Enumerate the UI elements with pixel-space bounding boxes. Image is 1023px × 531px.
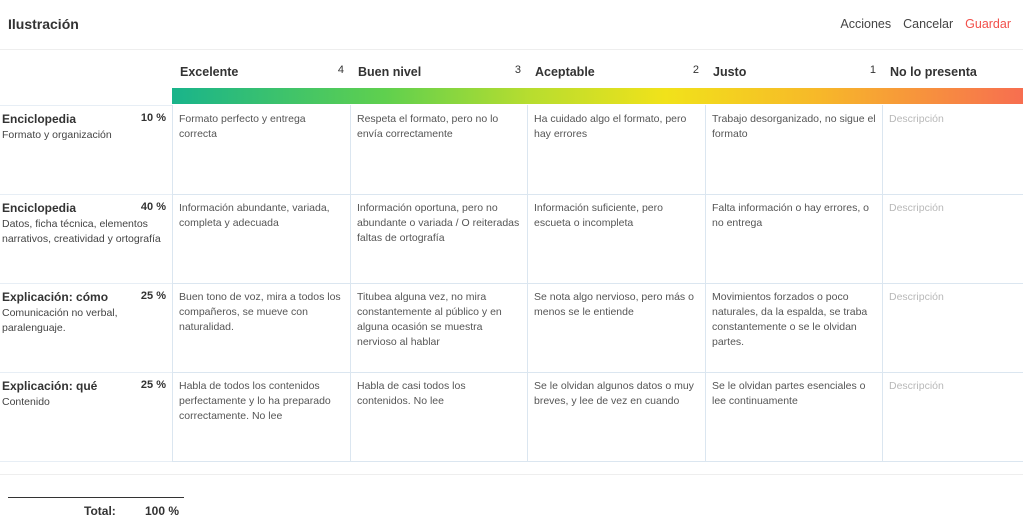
- rubric-cell[interactable]: Se nota algo nervioso, pero más o menos …: [527, 283, 705, 373]
- level-name: Aceptable: [535, 65, 595, 79]
- criterion-title: Explicación: qué: [2, 379, 98, 393]
- total-label: Total:: [84, 504, 116, 518]
- rubric-cell[interactable]: Habla de todos los contenidos perfectame…: [172, 372, 350, 462]
- rubric-cell[interactable]: Se le olvidan algunos datos o muy breves…: [527, 372, 705, 462]
- criterion-label[interactable]: Enciclopedia 10 % Formato y organización: [0, 105, 172, 195]
- criterion-subtitle: Comunicación no verbal, paralenguaje.: [2, 307, 118, 334]
- rubric-cell[interactable]: Respeta el formato, pero no lo envía cor…: [350, 105, 527, 195]
- criterion-label[interactable]: Enciclopedia 40 % Datos, ficha técnica, …: [0, 194, 172, 284]
- level-name: Justo: [713, 65, 747, 79]
- rubric-cell[interactable]: Ha cuidado algo el formato, pero hay err…: [527, 105, 705, 195]
- top-bar: Ilustración Acciones Cancelar Guardar: [0, 0, 1023, 50]
- criterion-label[interactable]: Explicación: cómo 25 % Comunicación no v…: [0, 283, 172, 373]
- rubric-cell-description[interactable]: Descripción: [882, 372, 1023, 462]
- rubric-cell-description[interactable]: Descripción: [882, 194, 1023, 284]
- level-score: 2: [692, 64, 699, 76]
- rubric-cell[interactable]: Formato perfecto y entrega correcta: [172, 105, 350, 195]
- level-header[interactable]: Excelente 4: [172, 51, 350, 89]
- rubric-cell[interactable]: Movimientos forzados o poco naturales, d…: [705, 283, 882, 373]
- level-name: Buen nivel: [358, 65, 422, 79]
- level-name: Excelente: [180, 65, 239, 79]
- criterion-weight: 10 %: [140, 112, 166, 124]
- rubric-cell[interactable]: Buen tono de voz, mira a todos los compa…: [172, 283, 350, 373]
- criterion-weight: 25 %: [140, 379, 166, 391]
- divider: [0, 474, 1023, 475]
- rubric-cell[interactable]: Información suficiente, pero escueta o i…: [527, 194, 705, 284]
- rubric-cell[interactable]: Información oportuna, pero no abundante …: [350, 194, 527, 284]
- criterion-title: Enciclopedia: [2, 112, 77, 126]
- criterion-subtitle: Datos, ficha técnica, elementos narrativ…: [2, 218, 161, 245]
- rubric-cell[interactable]: Información abundante, variada, completa…: [172, 194, 350, 284]
- top-actions: Acciones Cancelar Guardar: [840, 17, 1011, 31]
- criterion-subtitle: Contenido: [2, 396, 50, 408]
- criterion-weight: 40 %: [140, 201, 166, 213]
- actions-button[interactable]: Acciones: [840, 17, 891, 31]
- level-header[interactable]: Aceptable 2: [527, 51, 705, 89]
- level-header[interactable]: No lo presenta: [882, 51, 1023, 89]
- criterion-label[interactable]: Explicación: qué 25 % Contenido: [0, 372, 172, 462]
- levels-header: Excelente 4 Buen nivel 3 Aceptable 2 Jus…: [172, 51, 1023, 89]
- rubric-cell[interactable]: Titubea alguna vez, no mira constantemen…: [350, 283, 527, 373]
- criterion-subtitle: Formato y organización: [2, 129, 112, 141]
- rubric-cell[interactable]: Trabajo desorganizado, no sigue el forma…: [705, 105, 882, 195]
- rubric-cell-description[interactable]: Descripción: [882, 105, 1023, 195]
- cancel-button[interactable]: Cancelar: [903, 17, 953, 31]
- total-value: 100 %: [145, 504, 180, 518]
- criterion-row: Enciclopedia 40 % Datos, ficha técnica, …: [0, 194, 1023, 284]
- score-gradient-bar: [172, 88, 1023, 104]
- criterion-row: Enciclopedia 10 % Formato y organización…: [0, 105, 1023, 195]
- level-score: 1: [869, 64, 876, 76]
- total-divider: [8, 497, 184, 498]
- page-title: Ilustración: [8, 16, 79, 32]
- criterion-weight: 25 %: [140, 290, 166, 302]
- criterion-row: Explicación: cómo 25 % Comunicación no v…: [0, 283, 1023, 373]
- level-header[interactable]: Justo 1: [705, 51, 882, 89]
- rubric-cell-description[interactable]: Descripción: [882, 283, 1023, 373]
- rubric-cell[interactable]: Habla de casi todos los contenidos. No l…: [350, 372, 527, 462]
- rubric-cell[interactable]: Se le olvidan partes esenciales o lee co…: [705, 372, 882, 462]
- level-header[interactable]: Buen nivel 3: [350, 51, 527, 89]
- criterion-title: Explicación: cómo: [2, 290, 109, 304]
- criterion-title: Enciclopedia: [2, 201, 77, 215]
- level-score: 4: [337, 64, 344, 76]
- rubric-cell[interactable]: Falta información o hay errores, o no en…: [705, 194, 882, 284]
- level-score: 3: [514, 64, 521, 76]
- save-button[interactable]: Guardar: [965, 17, 1011, 31]
- criterion-row: Explicación: qué 25 % Contenido Habla de…: [0, 372, 1023, 462]
- level-name: No lo presenta: [890, 65, 977, 79]
